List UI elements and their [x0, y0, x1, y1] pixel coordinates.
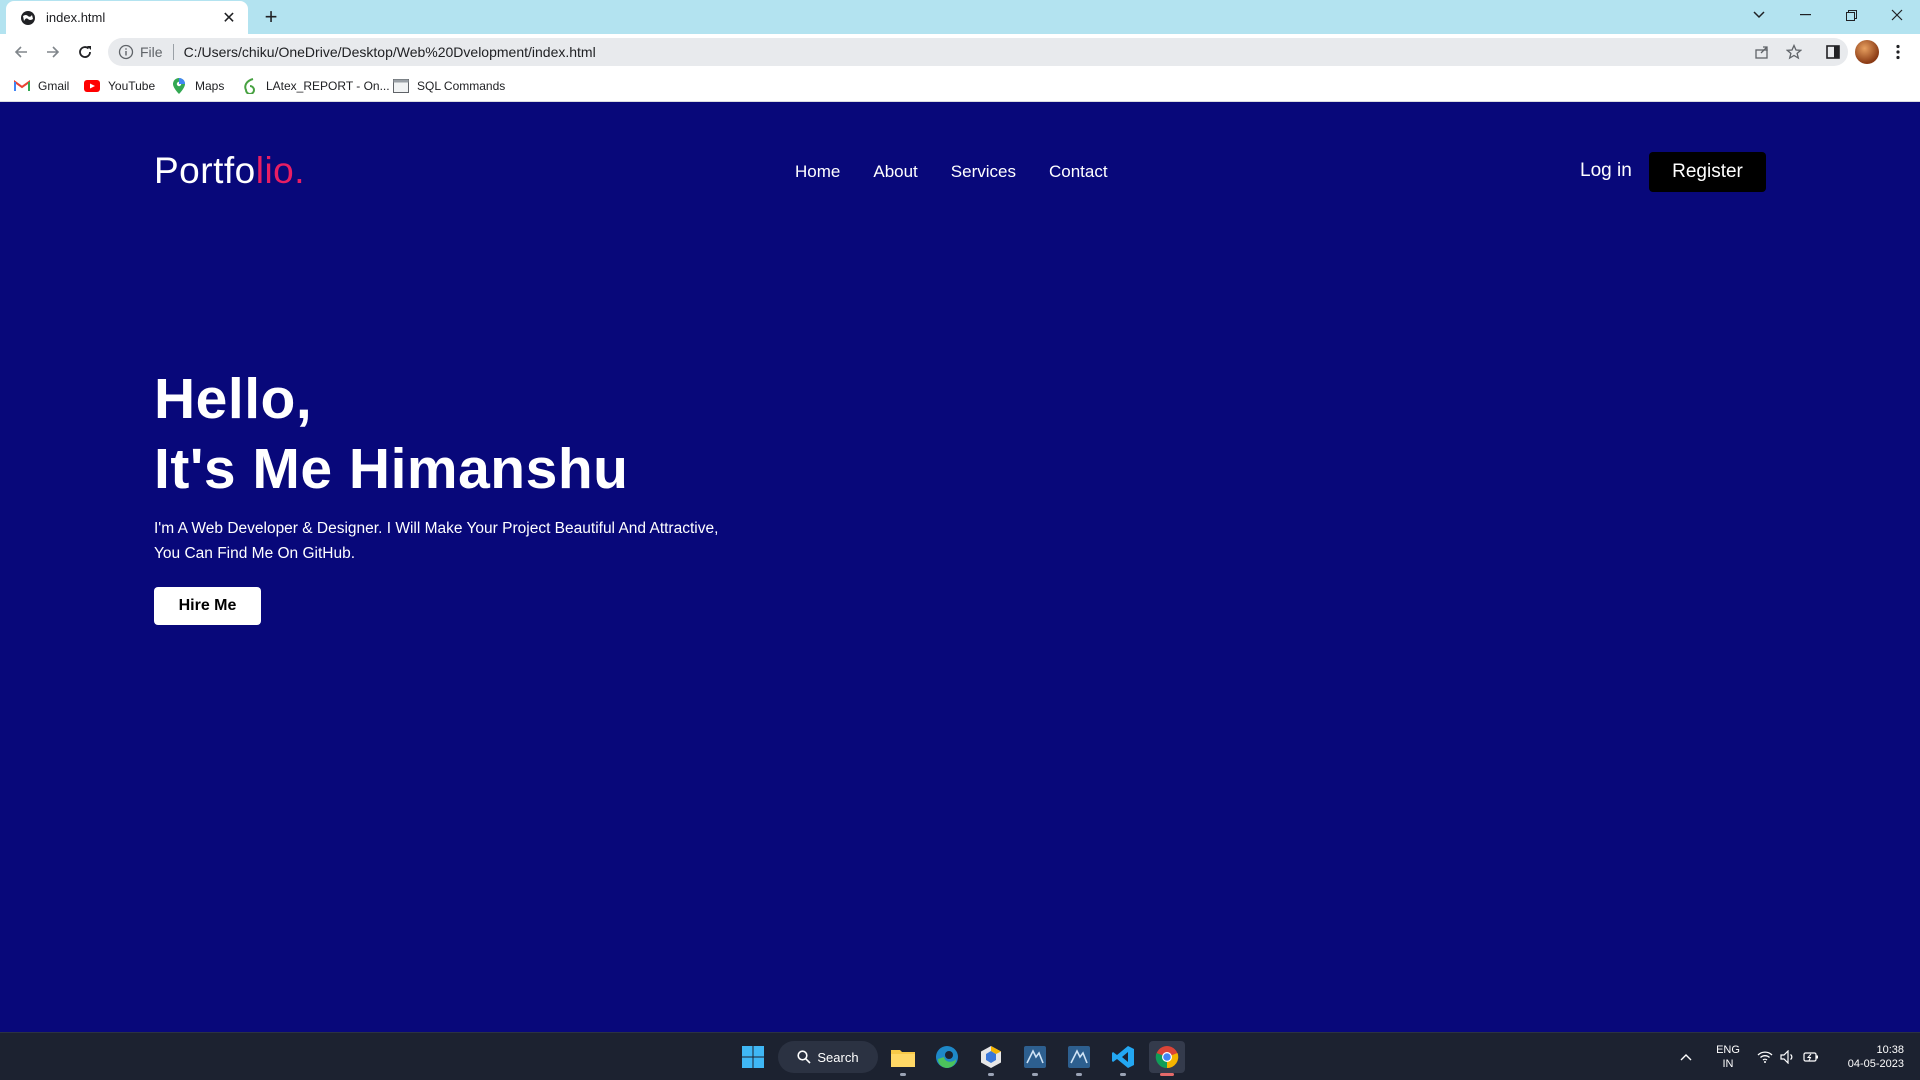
bookmark-maps[interactable]: Maps: [171, 76, 224, 96]
hero-line-1: Hello,: [154, 367, 313, 431]
hero-text-1: I'm A Web Developer & Designer. I Will M…: [154, 520, 719, 537]
page-icon: [393, 78, 409, 94]
sql-workbench-icon-2[interactable]: [1063, 1041, 1095, 1076]
running-indicator: [900, 1073, 906, 1076]
share-icon[interactable]: [1752, 42, 1772, 62]
sql-workbench-icon[interactable]: [1019, 1041, 1051, 1076]
browser-toolbar: File C:/Users/chiku/OneDrive/Desktop/Web…: [0, 34, 1920, 70]
running-indicator: [1076, 1073, 1082, 1076]
maps-icon: [171, 78, 187, 94]
side-panel-icon[interactable]: [1823, 42, 1843, 62]
file-explorer-icon[interactable]: [887, 1041, 919, 1076]
close-window-button[interactable]: [1874, 0, 1920, 30]
bookmark-label: Gmail: [38, 79, 70, 93]
bookmark-star-icon[interactable]: [1784, 42, 1804, 62]
running-indicator: [1032, 1073, 1038, 1076]
clock-time: 10:38: [1876, 1044, 1904, 1056]
bookmark-latex[interactable]: LAtex_REPORT - On...: [242, 76, 390, 96]
battery-icon[interactable]: [1800, 1041, 1822, 1073]
info-icon[interactable]: [118, 44, 134, 60]
restore-button[interactable]: [1828, 0, 1874, 30]
hero-line-2: It's Me Himanshu: [154, 437, 629, 501]
edge-icon[interactable]: [931, 1041, 963, 1073]
chrome-icon[interactable]: [1149, 1041, 1185, 1076]
app-icon[interactable]: [975, 1041, 1007, 1076]
search-icon: [797, 1050, 811, 1064]
bookmarks-bar: Gmail YouTube Maps LAtex_REPORT - On... …: [0, 70, 1920, 102]
profile-avatar[interactable]: [1855, 40, 1879, 64]
volume-icon[interactable]: [1777, 1041, 1799, 1073]
wifi-icon[interactable]: [1754, 1041, 1776, 1073]
taskbar: Search ENG IN 10:38 04-05-2023: [0, 1032, 1920, 1080]
logo-text: Portfo: [154, 150, 256, 191]
hero-text-2: You Can Find Me On GitHub.: [154, 545, 356, 562]
register-button[interactable]: Register: [1649, 152, 1766, 192]
logo-accent-text: lio.: [255, 150, 306, 191]
hero-description: I'm A Web Developer & Designer. I Will M…: [154, 516, 794, 566]
new-tab-button[interactable]: +: [258, 4, 284, 30]
bookmark-label: YouTube: [108, 79, 156, 93]
tab-search-icon[interactable]: [1736, 0, 1782, 30]
search-label: Search: [817, 1049, 859, 1065]
login-link[interactable]: Log in: [1580, 160, 1632, 182]
hero-heading: Hello, It's Me Himanshu: [154, 364, 628, 504]
close-tab-icon[interactable]: ✕: [220, 9, 238, 27]
overleaf-icon: [242, 78, 258, 94]
taskbar-search[interactable]: Search: [778, 1041, 878, 1073]
hire-me-button[interactable]: Hire Me: [154, 587, 261, 625]
tab-title: index.html: [46, 10, 106, 25]
start-icon[interactable]: [737, 1041, 769, 1073]
url-scheme: File: [140, 44, 163, 60]
minimize-button[interactable]: [1782, 0, 1828, 30]
menu-icon[interactable]: [1888, 42, 1908, 62]
bookmark-gmail[interactable]: Gmail: [14, 76, 69, 96]
system-clock[interactable]: 10:38 04-05-2023: [1832, 1043, 1904, 1071]
url-separator: [172, 44, 174, 60]
url-text[interactable]: C:/Users/chiku/OneDrive/Desktop/Web%20Dv…: [184, 44, 596, 60]
language-indicator[interactable]: ENG IN: [1712, 1043, 1744, 1071]
running-indicator: [988, 1073, 994, 1076]
nav-services[interactable]: Services: [951, 162, 1016, 182]
nav-about[interactable]: About: [873, 162, 917, 182]
bookmark-youtube[interactable]: YouTube: [84, 76, 155, 96]
active-indicator: [1160, 1073, 1174, 1076]
tab-strip: index.html ✕ +: [0, 0, 1920, 34]
browser-tab[interactable]: index.html ✕: [6, 1, 248, 34]
back-button[interactable]: [7, 39, 35, 65]
address-bar[interactable]: File C:/Users/chiku/OneDrive/Desktop/Web…: [108, 38, 1848, 66]
web-page: Portfolio. Home About Services Contact L…: [0, 102, 1920, 1032]
chevron-up-icon[interactable]: [1674, 1041, 1698, 1073]
site-nav: Home About Services Contact: [795, 162, 1108, 182]
vscode-icon[interactable]: [1107, 1041, 1139, 1076]
nav-contact[interactable]: Contact: [1049, 162, 1108, 182]
bookmark-sql[interactable]: SQL Commands: [393, 76, 505, 96]
nav-home[interactable]: Home: [795, 162, 840, 182]
bookmark-label: Maps: [195, 79, 225, 93]
bookmark-label: LAtex_REPORT - On...: [266, 79, 390, 93]
reload-button[interactable]: [71, 39, 99, 65]
region-code: IN: [1722, 1058, 1734, 1070]
site-logo[interactable]: Portfolio.: [154, 150, 305, 192]
running-indicator: [1120, 1073, 1126, 1076]
gmail-icon: [14, 78, 30, 94]
clock-date: 04-05-2023: [1847, 1058, 1904, 1070]
globe-icon: [21, 10, 35, 25]
forward-button[interactable]: [39, 39, 67, 65]
bookmark-label: SQL Commands: [417, 79, 506, 93]
language-code: ENG: [1716, 1044, 1740, 1056]
youtube-icon: [84, 78, 100, 94]
